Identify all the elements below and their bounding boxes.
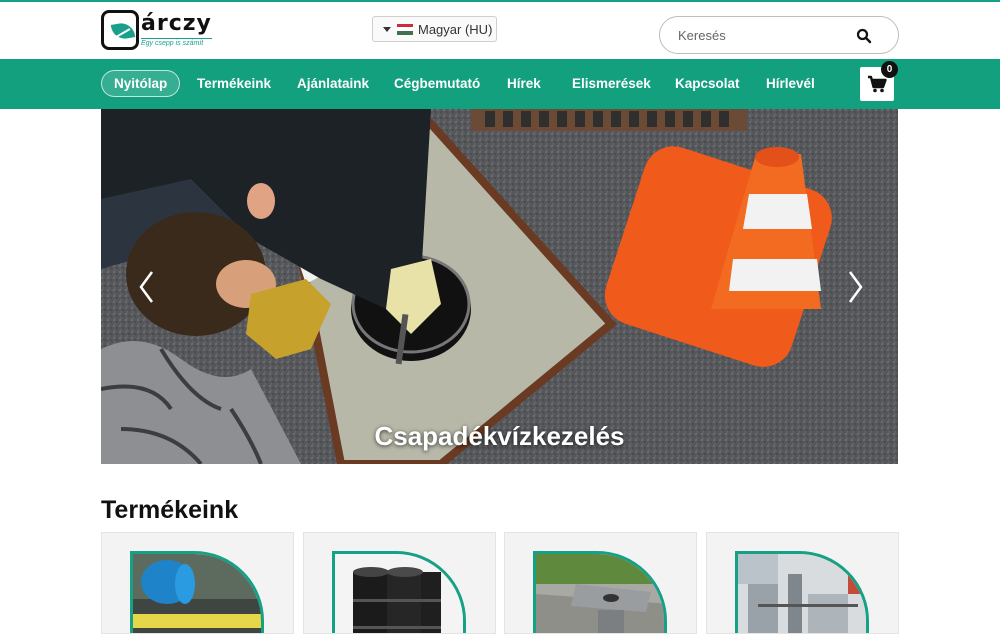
nav-item-termekeink[interactable]: Termékeink xyxy=(197,70,271,97)
product-image xyxy=(533,551,667,633)
product-image xyxy=(332,551,466,633)
hero-image xyxy=(101,109,898,464)
hero-slider[interactable]: Csapadékvízkezelés xyxy=(101,109,898,464)
product-image xyxy=(130,551,264,633)
search-box xyxy=(659,16,899,54)
product-image xyxy=(735,551,869,633)
search-input[interactable] xyxy=(678,27,848,43)
header: árczy Egy csepp is számít Magyar (HU) xyxy=(0,2,1000,59)
chevron-right-icon[interactable] xyxy=(845,269,865,305)
logo-slogan: Egy csepp is számít xyxy=(141,38,212,47)
nav-item-cegbemutato[interactable]: Cégbemutató xyxy=(394,70,480,97)
product-card[interactable] xyxy=(101,532,294,634)
hungary-flag-icon xyxy=(397,23,413,35)
language-label: Magyar (HU) xyxy=(418,21,493,37)
main-nav: Nyitólap Termékeink Ajánlataink Cégbemut… xyxy=(0,59,1000,109)
nav-item-nyitolap[interactable]: Nyitólap xyxy=(101,70,181,97)
nav-item-kapcsolat[interactable]: Kapcsolat xyxy=(675,70,740,97)
nav-item-hirek[interactable]: Hírek xyxy=(507,70,541,97)
product-card[interactable] xyxy=(303,532,496,634)
search-icon[interactable] xyxy=(856,28,872,44)
hero-caption: Csapadékvízkezelés xyxy=(374,421,625,451)
logo-name: árczy xyxy=(141,11,212,36)
nav-item-elismeresek[interactable]: Elismerések xyxy=(572,70,651,97)
nav-item-ajanlataink[interactable]: Ajánlataink xyxy=(297,70,369,97)
cart-count-badge: 0 xyxy=(881,61,898,78)
product-card[interactable] xyxy=(706,532,899,634)
products-title: Termékeink xyxy=(101,496,239,524)
product-card[interactable] xyxy=(504,532,697,634)
shopping-cart-icon xyxy=(868,75,887,93)
caret-down-icon xyxy=(383,26,391,32)
chevron-left-icon[interactable] xyxy=(137,269,157,305)
logo[interactable]: árczy Egy csepp is számít xyxy=(101,8,213,52)
logo-mark-icon xyxy=(101,10,139,50)
language-select[interactable]: Magyar (HU) xyxy=(372,16,497,42)
nav-item-hirlevel[interactable]: Hírlevél xyxy=(766,70,815,97)
